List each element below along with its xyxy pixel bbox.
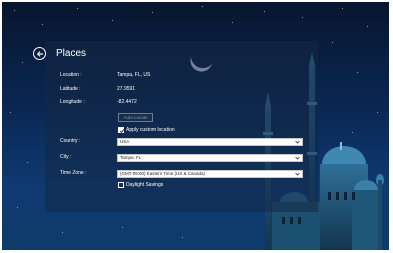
country-select[interactable]: USA (117, 138, 303, 146)
timezone-label: Time Zone : (60, 170, 87, 176)
apply-custom-location-label: Apply custom location (126, 127, 175, 133)
latitude-value: 27.9591 (117, 86, 136, 92)
daylight-savings-checkbox[interactable] (118, 182, 124, 188)
city-select[interactable]: Tampa, FL (117, 154, 303, 162)
chevron-down-icon (295, 140, 300, 144)
city-label: City : (60, 154, 72, 160)
checkmark-icon (119, 128, 124, 133)
latitude-label: Latitude : (60, 86, 81, 92)
chevron-down-icon (295, 172, 300, 176)
timezone-select[interactable]: (GMT-05:00) Eastern Time (US & Canada) (117, 170, 303, 178)
longitude-label: Longitude : (60, 99, 85, 105)
location-value: Tampa, FL, US (117, 72, 151, 78)
app-window (2, 2, 389, 250)
auto-locate-button[interactable]: Auto Locate (118, 113, 153, 122)
longitude-value: -82.4472 (117, 99, 137, 105)
timezone-select-value: (GMT-05:00) Eastern Time (US & Canada) (120, 171, 206, 176)
location-label: Location : (60, 72, 82, 78)
back-button[interactable] (33, 47, 46, 60)
settings-panel (45, 41, 318, 212)
country-select-value: USA (120, 139, 130, 144)
page-title: Places (56, 48, 87, 59)
country-label: Country : (60, 138, 81, 144)
chevron-down-icon (295, 156, 300, 160)
city-select-value: Tampa, FL (120, 155, 142, 160)
apply-custom-location-checkbox[interactable] (118, 127, 124, 133)
daylight-savings-label: Daylight Savings (126, 182, 164, 188)
back-arrow-icon (36, 50, 43, 57)
